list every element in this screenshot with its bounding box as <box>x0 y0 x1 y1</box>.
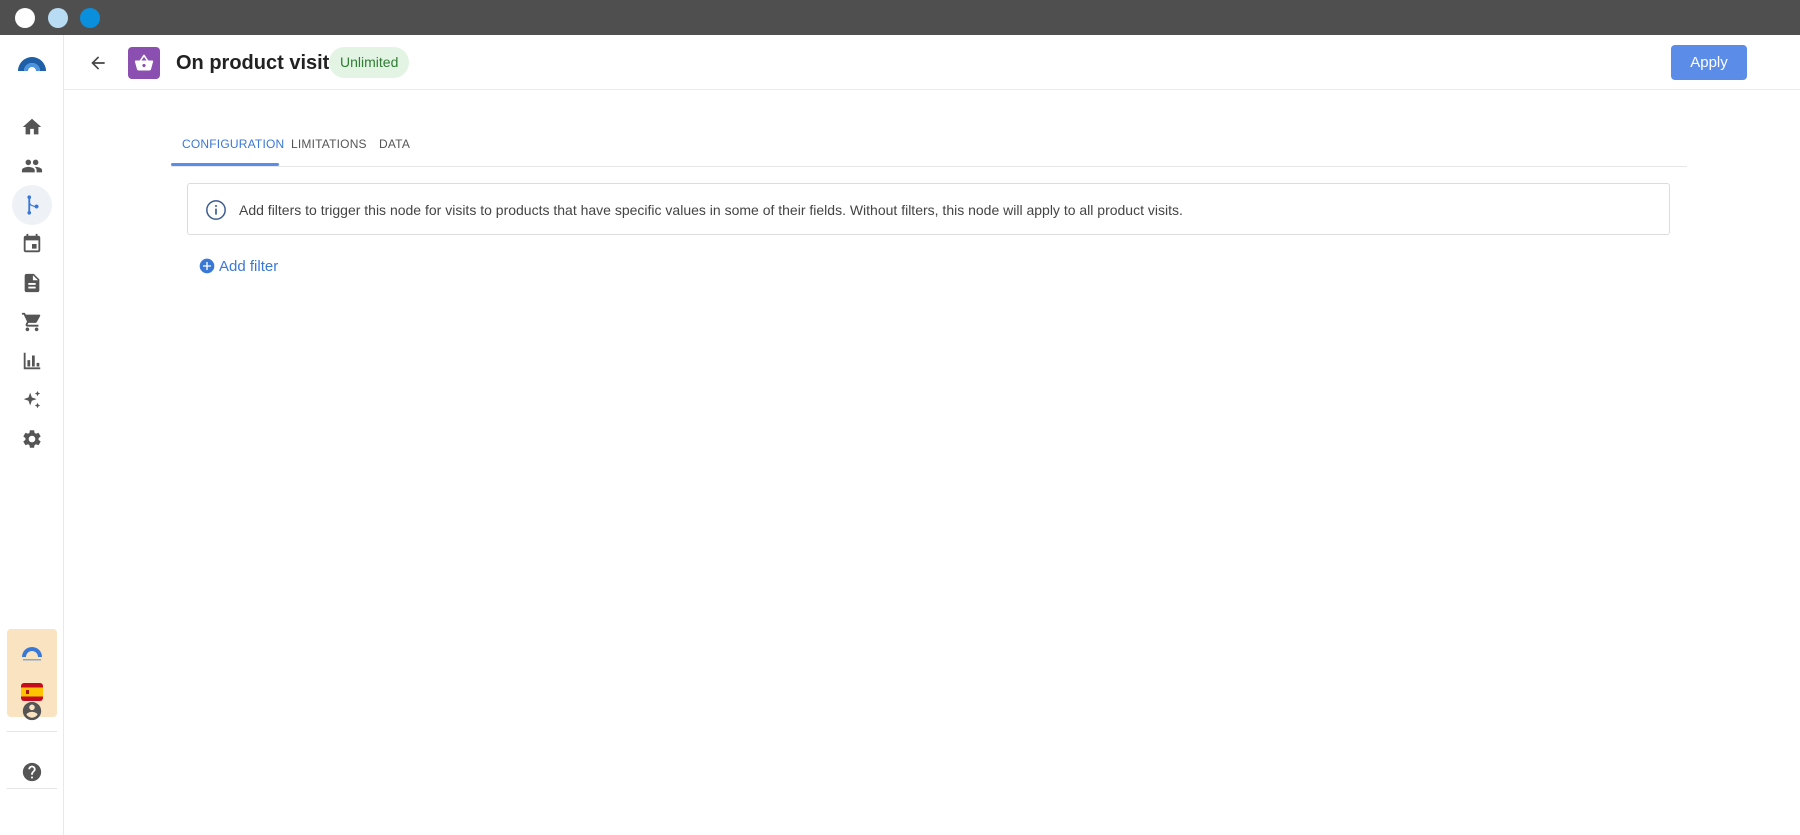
window-titlebar <box>0 0 1800 35</box>
flow-icon <box>27 195 39 215</box>
gear-icon <box>23 430 41 448</box>
sidebar <box>0 35 64 835</box>
sparkles-icon <box>23 390 41 409</box>
info-message-text: Add filters to trigger this node for vis… <box>239 202 1183 218</box>
bar-chart-icon <box>23 352 41 370</box>
node-type-icon <box>128 47 160 79</box>
info-icon <box>206 200 226 220</box>
sidebar-item-account[interactable] <box>12 691 52 731</box>
tab-configuration[interactable]: CONFIGURATION <box>171 123 295 167</box>
document-icon <box>24 273 40 293</box>
sidebar-item-flows[interactable] <box>12 185 52 225</box>
sidebar-item-ecommerce[interactable] <box>12 302 52 342</box>
shopping-basket-icon <box>134 54 154 71</box>
cart-icon <box>21 312 41 332</box>
active-tab-indicator <box>171 163 279 166</box>
home-icon <box>22 118 42 135</box>
window-minimize-button[interactable] <box>48 8 68 28</box>
help-icon <box>22 762 42 782</box>
back-button[interactable] <box>84 49 112 77</box>
sidebar-item-documents[interactable] <box>12 263 52 303</box>
sidebar-divider <box>7 731 57 732</box>
calendar-icon <box>23 233 41 253</box>
page-title: On product visit <box>176 52 330 74</box>
sidebar-item-settings[interactable] <box>12 419 52 459</box>
tab-bar: CONFIGURATION LIMITATIONS DATA <box>171 123 1687 167</box>
add-filter-button[interactable]: Add filter <box>199 254 278 278</box>
sidebar-item-analytics[interactable] <box>12 341 52 381</box>
limit-status-badge: Unlimited <box>329 47 410 78</box>
account-circle-icon <box>22 701 42 721</box>
apply-button[interactable]: Apply <box>1671 45 1747 80</box>
organization-logo <box>22 647 42 661</box>
window-zoom-button[interactable] <box>80 8 100 28</box>
sidebar-item-calendar[interactable] <box>12 224 52 264</box>
add-filter-label: Add filter <box>219 257 279 275</box>
arrow-left-icon <box>91 56 105 70</box>
page-header: On product visit Unlimited Apply <box>64 35 1800 90</box>
tab-limitations[interactable]: LIMITATIONS <box>280 123 378 167</box>
info-message: Add filters to trigger this node for vis… <box>187 183 1670 235</box>
window-close-button[interactable] <box>15 8 35 28</box>
sidebar-item-ai[interactable] <box>12 380 52 420</box>
sidebar-item-contacts[interactable] <box>12 146 52 186</box>
app-logo[interactable] <box>16 53 48 73</box>
sidebar-item-help[interactable] <box>12 752 52 792</box>
sidebar-item-home[interactable] <box>12 107 52 147</box>
people-icon <box>21 159 43 173</box>
plus-circle-icon <box>199 258 215 274</box>
tab-data[interactable]: DATA <box>368 123 421 167</box>
